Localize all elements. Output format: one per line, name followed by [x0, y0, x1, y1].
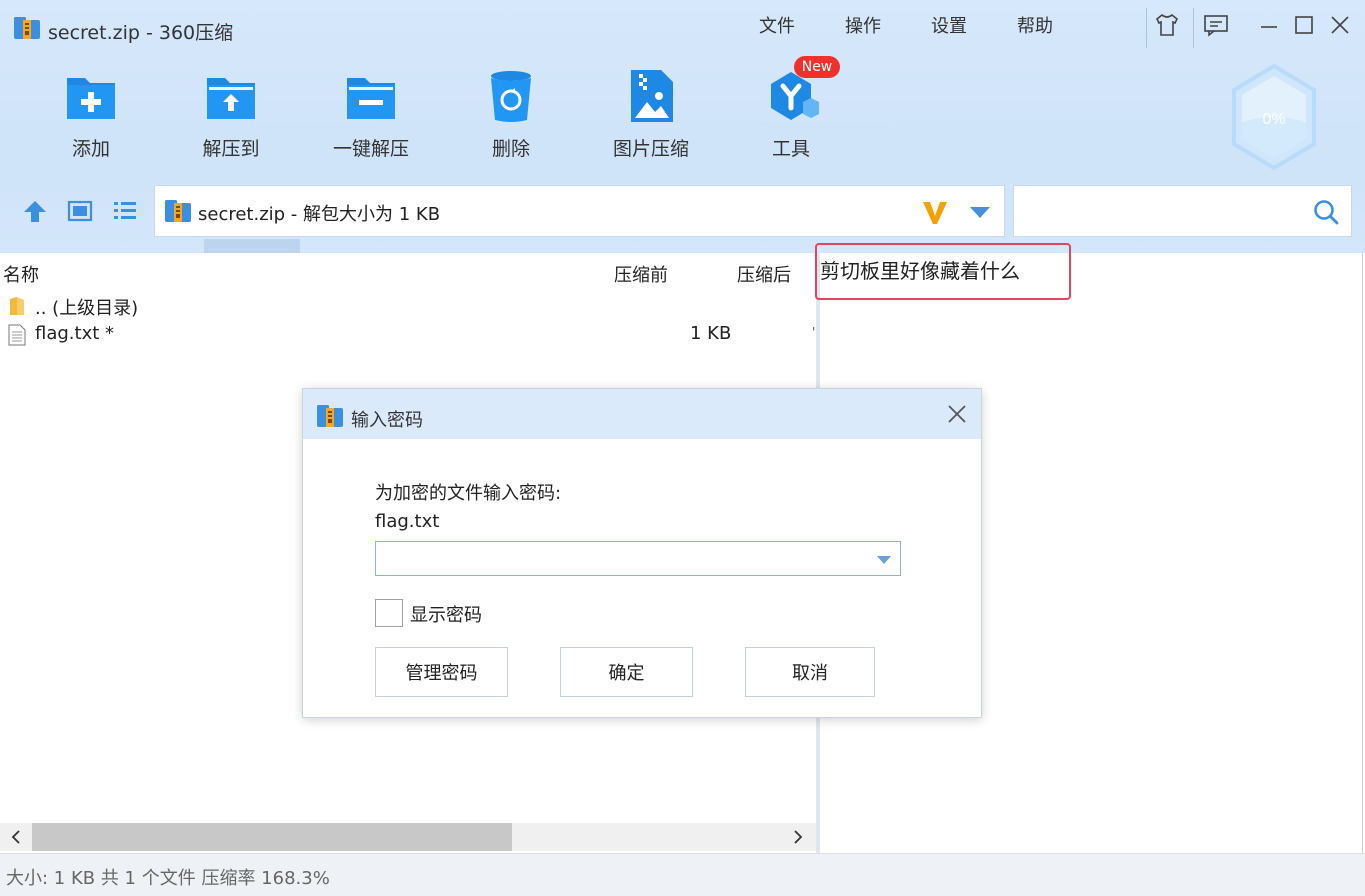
- password-dialog: 输入密码 为加密的文件输入密码: flag.txt 显示密码 管理密码 确定 取…: [302, 388, 982, 718]
- dialog-file-name: flag.txt: [375, 511, 440, 532]
- ok-button[interactable]: 确定: [560, 647, 693, 697]
- new-badge: New: [794, 56, 840, 78]
- delete-label: 删除: [491, 138, 530, 160]
- zip-logo-icon: [317, 405, 343, 427]
- menu-operation[interactable]: 操作: [845, 12, 881, 38]
- password-input[interactable]: [376, 542, 866, 575]
- thumbnail-view-icon: [67, 200, 93, 222]
- image-compress-button[interactable]: 图片压缩: [596, 68, 706, 161]
- up-level-button[interactable]: [20, 196, 50, 226]
- tab-strip-indicator: [204, 239, 300, 253]
- chevron-right-icon[interactable]: [790, 829, 806, 845]
- quick-extract-icon: [347, 78, 395, 119]
- show-password-label[interactable]: 显示密码: [410, 601, 482, 627]
- search-box: [1013, 185, 1352, 237]
- folder-icon: [10, 297, 24, 315]
- close-icon[interactable]: [945, 402, 969, 426]
- skin-icon: [1155, 13, 1179, 36]
- file-row-parent[interactable]: .. (上级目录): [0, 292, 816, 320]
- image-compress-label: 图片压缩: [612, 138, 689, 160]
- file-name: flag.txt *: [35, 323, 115, 344]
- status-bar: 大小: 1 KB 共 1 个文件 压缩率 168.3%: [0, 853, 1365, 896]
- file-name: .. (上级目录): [35, 298, 139, 319]
- zip-logo-icon: [14, 17, 40, 39]
- title-separator: [1193, 8, 1194, 48]
- extract-to-label: 解压到: [202, 138, 260, 160]
- manage-password-button[interactable]: 管理密码: [375, 647, 508, 697]
- maximize-button[interactable]: [1289, 10, 1319, 40]
- chevron-down-icon[interactable]: [876, 555, 892, 565]
- column-original-size[interactable]: 压缩前: [614, 261, 668, 287]
- close-button[interactable]: [1325, 10, 1355, 40]
- dialog-title: 输入密码: [351, 410, 423, 431]
- annotation-highlight-box: [815, 243, 1071, 300]
- chevron-left-icon[interactable]: [8, 829, 24, 845]
- feedback-icon: [1204, 15, 1228, 37]
- up-arrow-icon: [24, 201, 46, 222]
- menu-settings[interactable]: 设置: [931, 12, 967, 38]
- minimize-icon: [1261, 26, 1277, 28]
- password-combobox: [375, 541, 901, 576]
- zip-file-icon: [165, 200, 191, 222]
- extract-to-button[interactable]: 解压到: [176, 68, 286, 161]
- title-bar: secret.zip - 360压缩 文件 操作 设置 帮助: [0, 0, 1365, 56]
- address-path: secret.zip - 解包大小为 1 KB: [198, 204, 441, 225]
- menu-file[interactable]: 文件: [759, 12, 795, 38]
- column-name[interactable]: 名称: [3, 261, 39, 287]
- cancel-button[interactable]: 取消: [745, 647, 875, 697]
- dialog-prompt: 为加密的文件输入密码:: [375, 483, 562, 504]
- skin-button[interactable]: [1152, 10, 1182, 40]
- list-view-button[interactable]: [110, 196, 140, 226]
- quick-extract-label: 一键解压: [332, 138, 409, 160]
- extract-folder-icon: [207, 78, 255, 119]
- recycle-bin-icon: [491, 71, 531, 122]
- dialog-title-bar: 输入密码: [303, 389, 981, 439]
- add-folder-icon: [67, 78, 115, 119]
- search-input[interactable]: [1014, 186, 1304, 236]
- image-compress-icon: [631, 70, 673, 122]
- feedback-button[interactable]: [1201, 10, 1231, 40]
- verified-v-icon[interactable]: [921, 198, 949, 226]
- speed-ball-icon[interactable]: 0%: [1228, 62, 1320, 172]
- file-size: 1 KB: [690, 323, 732, 344]
- chevron-down-icon[interactable]: [969, 205, 991, 219]
- menu-help[interactable]: 帮助: [1017, 12, 1053, 38]
- show-password-checkbox[interactable]: [375, 599, 403, 627]
- window-title: secret.zip - 360压缩: [48, 22, 234, 44]
- title-separator: [1146, 8, 1147, 48]
- close-icon: [1331, 16, 1349, 34]
- column-overflow-mark: ': [812, 325, 816, 339]
- delete-button[interactable]: 删除: [456, 68, 566, 161]
- list-view-icon: [114, 202, 136, 219]
- speed-ball-percent: 0%: [1262, 111, 1285, 128]
- maximize-icon: [1295, 16, 1313, 34]
- status-text: 大小: 1 KB 共 1 个文件 压缩率 168.3%: [6, 868, 330, 889]
- file-row-flag[interactable]: flag.txt * 1 KB: [0, 321, 816, 349]
- add-button[interactable]: 添加: [36, 68, 146, 161]
- search-icon[interactable]: [1312, 198, 1340, 226]
- horizontal-scrollbar[interactable]: [0, 823, 816, 851]
- tools-button[interactable]: 工具: [736, 68, 846, 161]
- column-compressed-size[interactable]: 压缩后: [737, 261, 791, 287]
- address-bar[interactable]: secret.zip - 解包大小为 1 KB: [154, 185, 1005, 237]
- thumbnail-view-button[interactable]: [65, 196, 95, 226]
- scrollbar-thumb[interactable]: [32, 823, 512, 851]
- minimize-button[interactable]: [1254, 10, 1284, 40]
- tools-label: 工具: [771, 138, 810, 160]
- text-file-icon: [8, 324, 26, 346]
- add-label: 添加: [71, 138, 110, 160]
- quick-extract-button[interactable]: 一键解压: [316, 68, 426, 161]
